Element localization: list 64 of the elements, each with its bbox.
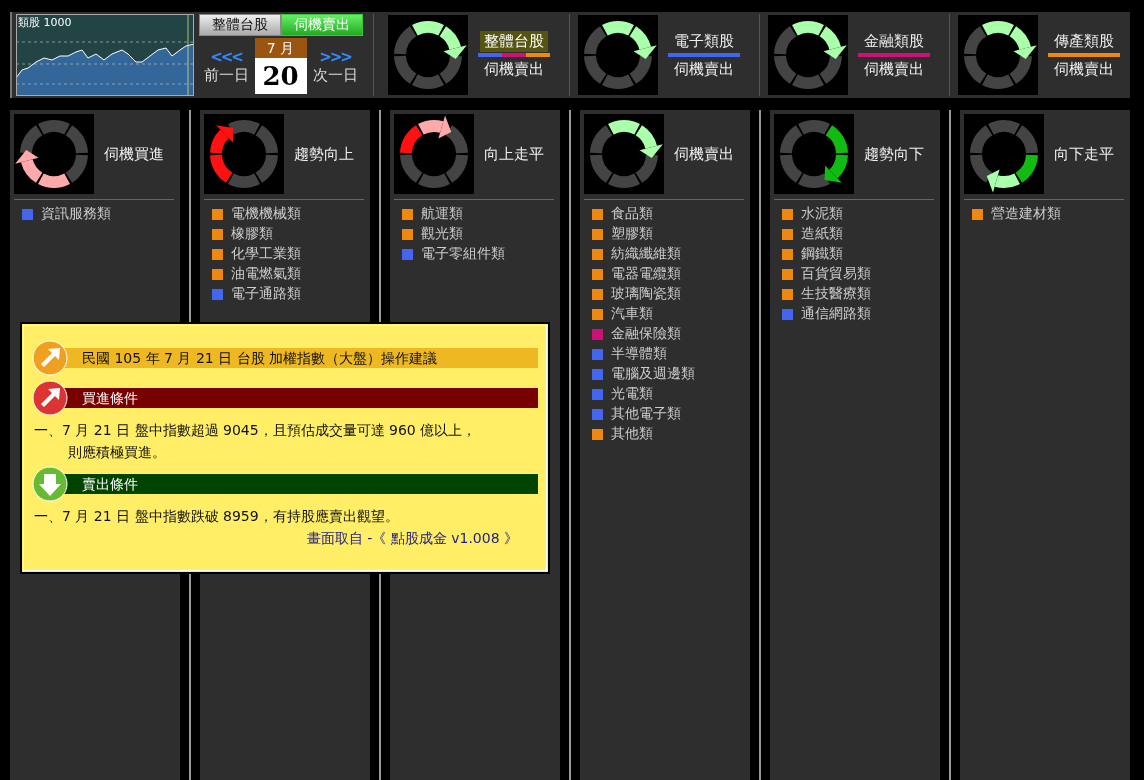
sector-name[interactable]: 通信網路類	[801, 305, 871, 323]
sector-name[interactable]: 電器電纜類	[611, 265, 681, 283]
sector-name[interactable]: 電子通路類	[231, 285, 301, 303]
sector-name[interactable]: 半導體類	[611, 345, 667, 363]
status-label: 伺機賣出	[864, 60, 924, 79]
sector-name[interactable]: 油電燃氣類	[231, 265, 301, 283]
sector-name[interactable]: 電腦及週邊類	[611, 365, 695, 383]
category-tab[interactable]: 金融類股	[860, 31, 928, 52]
cycle-icon	[578, 15, 658, 95]
cycle-icon	[204, 114, 284, 194]
cycle-icon	[958, 15, 1038, 95]
cycle-icon	[768, 15, 848, 95]
day-number: 20	[254, 58, 307, 94]
sector-name[interactable]: 生技醫療類	[801, 285, 871, 303]
sector-name[interactable]: 玻璃陶瓷類	[611, 285, 681, 303]
month-label: 7 月	[254, 38, 307, 58]
sector-name[interactable]: 汽車類	[611, 305, 653, 323]
sector-name[interactable]: 塑膠類	[611, 225, 653, 243]
sector-name[interactable]: 其他電子類	[611, 405, 681, 423]
sector-name[interactable]: 電子零組件類	[421, 245, 505, 263]
sector-name[interactable]: 航運類	[421, 205, 463, 223]
sector-name[interactable]: 資訊服務類	[41, 205, 111, 223]
condition-text: 一、7 月 21 日 盤中指數超過 9045，且預估成交量可達 960 億以上，	[34, 422, 478, 440]
status-label: 伺機賣出	[674, 144, 734, 164]
right-arrows-icon: >>>	[319, 47, 351, 66]
sector-name[interactable]: 食品類	[611, 205, 653, 223]
left-arrows-icon: <<<	[210, 47, 242, 66]
sector-name[interactable]: 紡織纖維類	[611, 245, 681, 263]
sector-name[interactable]: 鋼鐵類	[801, 245, 843, 263]
status-label: 向上走平	[484, 144, 544, 164]
status-label: 趨勢向下	[864, 144, 924, 164]
category-tab[interactable]: 電子類股	[670, 31, 738, 52]
category-tab[interactable]: 整體台股	[480, 31, 548, 52]
previous-day-button[interactable]: <<< 前一日	[203, 47, 249, 85]
sector-name[interactable]: 營造建材類	[991, 205, 1061, 223]
status-label: 伺機賣出	[674, 60, 734, 79]
sector-name[interactable]: 其他類	[611, 425, 653, 443]
cycle-icon	[774, 114, 854, 194]
sector-name[interactable]: 化學工業類	[231, 245, 301, 263]
sector-name[interactable]: 觀光類	[421, 225, 463, 243]
sector-name[interactable]: 金融保險類	[611, 325, 681, 343]
cycle-icon	[388, 15, 468, 95]
status-label: 伺機賣出	[484, 60, 544, 79]
status-label: 伺機賣出	[1054, 60, 1114, 79]
status-label: 趨勢向上	[294, 144, 354, 164]
sector-name[interactable]: 造紙類	[801, 225, 843, 243]
condition-text: 則應積極買進。	[67, 444, 167, 462]
status-label: 向下走平	[1054, 144, 1114, 164]
status-label: 伺機買進	[104, 144, 164, 164]
cycle-icon	[964, 114, 1044, 194]
sector-name[interactable]: 百貨貿易類	[801, 265, 871, 283]
cycle-icon	[394, 114, 474, 194]
cycle-icon	[14, 114, 94, 194]
source-credit: 畫面取自 -《 點股成金 v1.008 》	[306, 530, 518, 548]
condition-text: 一、7 月 21 日 盤中指數跌破 8959，有持股應賣出觀望。	[34, 508, 400, 526]
next-day-button[interactable]: >>> 次一日	[312, 47, 358, 85]
sector-name[interactable]: 電機機械類	[231, 205, 301, 223]
mode-tab[interactable]: 整體台股	[198, 14, 281, 36]
sector-name[interactable]: 光電類	[611, 385, 653, 403]
sector-name[interactable]: 水泥類	[801, 205, 843, 223]
category-tab[interactable]: 傳產類股	[1050, 31, 1118, 52]
chart-label: 類股 1000	[18, 15, 72, 30]
sector-name[interactable]: 橡膠類	[231, 225, 273, 243]
cycle-icon	[584, 114, 664, 194]
